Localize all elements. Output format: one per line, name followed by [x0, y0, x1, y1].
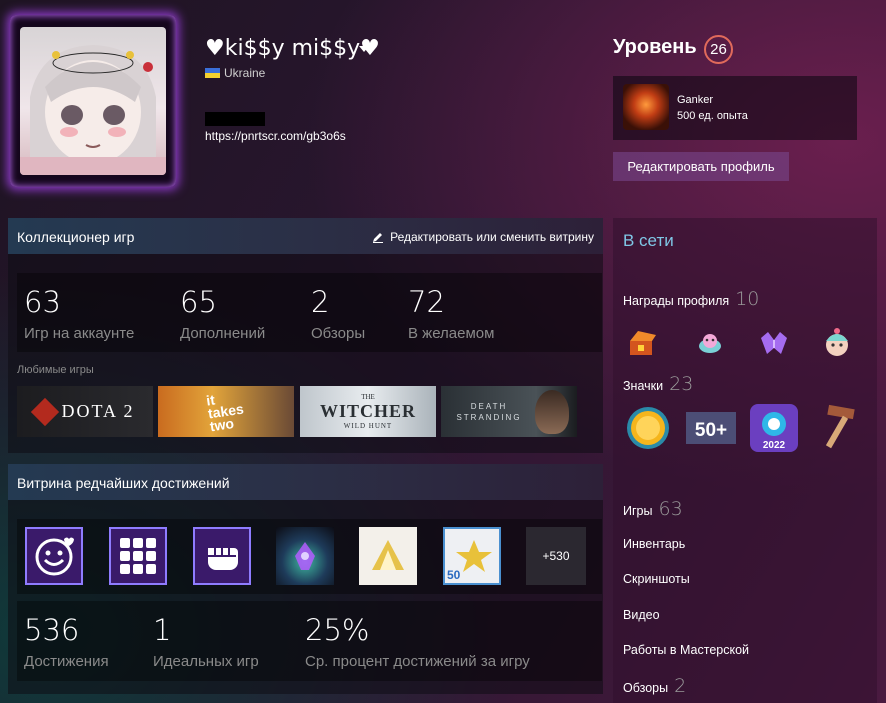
favorite-games-label: Любимые игры: [17, 364, 94, 376]
achievement-icons: 50 +530: [17, 519, 602, 594]
badges-count: 23: [669, 373, 694, 395]
stat-label: В желаемом: [408, 325, 495, 342]
more-achievements-button[interactable]: +530: [526, 527, 586, 585]
game-capsule-witcher3[interactable]: THE WITCHER WILD HUNT: [300, 386, 436, 437]
treasure-award-icon[interactable]: [625, 326, 659, 360]
stat-label: Ср. процент достижений за игру: [305, 653, 530, 670]
showcase-title: Витрина редчайших достижений: [17, 475, 230, 491]
dota-logo-icon: [31, 397, 60, 426]
edit-showcase-label: Редактировать или сменить витрину: [390, 230, 594, 244]
avatar-frame[interactable]: [10, 15, 176, 187]
avatar[interactable]: [20, 27, 166, 175]
stat-dlc[interactable]: 65 Дополнений: [180, 285, 265, 342]
videos-link[interactable]: Видео: [623, 608, 660, 622]
redacted-text: [205, 112, 265, 126]
coin-badge-icon[interactable]: [623, 403, 673, 453]
edit-profile-button[interactable]: Редактировать профиль: [613, 152, 789, 181]
game-title: DOTA 2: [61, 401, 135, 421]
screenshots-link[interactable]: Скриншоты: [623, 572, 690, 586]
profile-awards-link[interactable]: Награды профиля 10: [623, 288, 759, 310]
game-collector-showcase: Коллекционер игр Редактировать или смени…: [8, 218, 603, 453]
stat-label: Идеальных игр: [153, 653, 259, 670]
badges-link[interactable]: Значки 23: [623, 373, 693, 395]
crystal-award-icon[interactable]: [757, 326, 791, 360]
games-link[interactable]: Игры 63: [623, 498, 683, 520]
achievement-star-icon[interactable]: 50: [443, 527, 501, 585]
country-label: Ukraine: [224, 66, 266, 80]
showcase-header: Витрина редчайших достижений: [8, 464, 603, 500]
game-capsule-it-takes-two[interactable]: it takes two: [158, 386, 294, 437]
pencil-icon: [373, 233, 384, 243]
collector-stats: 63 Игр на аккаунте 65 Дополнений 2 Обзор…: [17, 273, 602, 352]
stat-reviews[interactable]: 2 Обзоры: [311, 285, 365, 342]
stat-games[interactable]: 63 Игр на аккаунте: [24, 285, 134, 342]
stat-number: 63: [24, 285, 61, 319]
games-count: 63: [658, 498, 683, 520]
stat-perfect-games[interactable]: 1 Идеальных игр: [153, 613, 259, 670]
stat-label: Игр на аккаунте: [24, 325, 135, 342]
stat-number: 536: [24, 613, 80, 647]
achievement-level-label: 50: [447, 568, 461, 582]
character-award-icon[interactable]: [820, 326, 854, 360]
flag-icon: [205, 68, 220, 78]
stat-label: Обзоры: [311, 325, 366, 342]
replay-year-label: 2022: [763, 440, 786, 451]
game-title-line: WILD HUNT: [343, 422, 393, 430]
rare-achievements-showcase: Витрина редчайших достижений 50 +530 536…: [8, 464, 603, 694]
stat-avg-completion[interactable]: 25% Ср. процент достижений за игру: [305, 613, 530, 670]
chevron-down-icon[interactable]: [359, 46, 369, 52]
game-title-line: two: [208, 415, 235, 435]
ganker-badge-icon: [623, 84, 669, 130]
steam-replay-badge-icon[interactable]: 2022: [749, 403, 799, 453]
profile-name: ♥ki$$y mi$$y♥: [205, 36, 380, 61]
achievement-smiley-icon[interactable]: [25, 527, 83, 585]
game-capsule-death-stranding[interactable]: DEATH STRANDING: [441, 386, 577, 437]
game-title-line: WITCHER: [319, 401, 416, 421]
awards-count: 10: [735, 288, 760, 310]
xp-badge-name: Ganker: [677, 94, 714, 106]
game-title-line: DEATH: [470, 401, 508, 411]
hammer-badge-icon[interactable]: [812, 403, 862, 453]
achievement-grid-icon[interactable]: [109, 527, 167, 585]
workshop-link[interactable]: Работы в Мастерской: [623, 643, 749, 657]
game-title-line: STRANDING: [456, 412, 522, 422]
stat-number: 72: [408, 285, 445, 319]
level-badge[interactable]: 26: [704, 35, 733, 64]
reviews-count: 2: [674, 675, 687, 697]
badges-label: Значки: [623, 379, 664, 393]
country: Ukraine: [205, 66, 265, 80]
stat-number: 65: [180, 285, 217, 319]
games-label: Игры: [623, 504, 653, 518]
profile-sidebar: В сети Награды профиля 10 Значки 23 50+ …: [613, 218, 877, 703]
achievement-triforce-icon[interactable]: [359, 527, 417, 585]
reviews-link[interactable]: Обзоры 2: [623, 675, 686, 697]
showcase-title: Коллекционер игр: [17, 229, 135, 245]
cat-award-icon[interactable]: [693, 326, 727, 360]
achievement-spirit-icon[interactable]: [276, 527, 334, 585]
showcase-header: Коллекционер игр Редактировать или смени…: [8, 218, 603, 254]
xp-badge-value: 500 ед. опыта: [677, 110, 748, 122]
years-badge-label: 50+: [695, 420, 727, 441]
reviews-label: Обзоры: [623, 681, 669, 695]
stat-label: Достижения: [24, 653, 109, 670]
achievement-fist-icon[interactable]: [193, 527, 251, 585]
stat-achievements[interactable]: 536 Достижения: [24, 613, 109, 670]
game-title-line: THE: [361, 393, 375, 401]
character-portrait: [535, 390, 569, 434]
inventory-link[interactable]: Инвентарь: [623, 537, 685, 551]
level-label: Уровень: [613, 36, 697, 58]
years-badge-icon[interactable]: 50+: [686, 403, 736, 453]
stat-number: 1: [153, 613, 172, 647]
stat-number: 25%: [305, 613, 370, 647]
stat-number: 2: [311, 285, 330, 319]
profile-link[interactable]: https://pnrtscr.com/gb3o6s: [205, 129, 346, 143]
awards-label: Награды профиля: [623, 294, 730, 308]
edit-showcase-link[interactable]: Редактировать или сменить витрину: [372, 230, 594, 244]
stat-wishlist[interactable]: 72 В желаемом: [408, 285, 494, 342]
online-status: В сети: [623, 231, 674, 250]
xp-badge-box[interactable]: Ganker 500 ед. опыта: [613, 76, 857, 140]
achievement-stats: 536 Достижения 1 Идеальных игр 25% Ср. п…: [17, 601, 602, 681]
stat-label: Дополнений: [180, 325, 266, 342]
game-capsule-dota2[interactable]: DOTA 2: [17, 386, 153, 437]
